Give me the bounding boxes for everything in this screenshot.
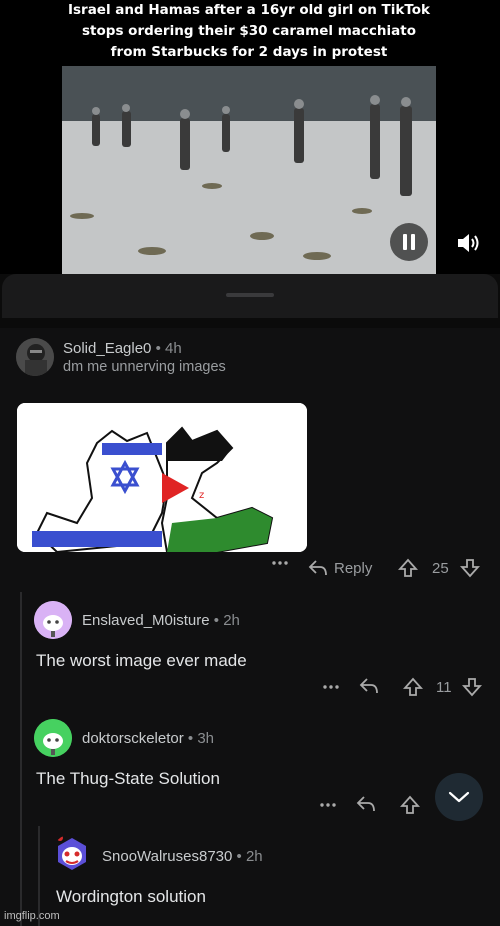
downvote-button[interactable] bbox=[460, 558, 480, 578]
avatar[interactable] bbox=[52, 834, 92, 874]
pause-icon bbox=[403, 234, 415, 250]
upvote-button[interactable] bbox=[398, 558, 418, 578]
video-player[interactable]: Israel and Hamas after a 16yr old girl o… bbox=[0, 0, 500, 275]
comment-header: SnooWalruses8730 • 2h bbox=[102, 848, 263, 865]
flag-characters-image: z bbox=[17, 403, 307, 552]
video-scene bbox=[62, 66, 436, 275]
video-frame[interactable] bbox=[62, 66, 436, 275]
avatar[interactable] bbox=[34, 719, 72, 757]
upvote-button[interactable] bbox=[403, 677, 423, 697]
more-icon bbox=[272, 561, 288, 565]
user-flair: dm me unnerving images bbox=[63, 359, 226, 375]
video-caption: Israel and Hamas after a 16yr old girl o… bbox=[62, 0, 436, 66]
downvote-icon bbox=[460, 559, 480, 578]
snoo-avatar-icon bbox=[34, 719, 72, 757]
pause-button[interactable] bbox=[390, 223, 428, 261]
reply-icon bbox=[356, 796, 375, 812]
upvote-icon bbox=[400, 795, 420, 814]
more-icon bbox=[320, 803, 336, 807]
comment-time: 2h bbox=[223, 612, 240, 629]
downvote-button[interactable] bbox=[462, 677, 482, 697]
username[interactable]: Enslaved_M0isture bbox=[82, 612, 210, 629]
chevron-down-icon bbox=[448, 791, 470, 803]
snoo-custom-avatar-icon bbox=[57, 835, 86, 870]
comment-header: Enslaved_M0isture • 2h bbox=[82, 612, 240, 629]
vote-count: 11 bbox=[436, 679, 452, 696]
more-options-button[interactable] bbox=[322, 684, 340, 690]
upvote-icon bbox=[398, 558, 418, 577]
comment-header: doktorsckeletor • 3h bbox=[82, 730, 214, 747]
vote-count: 25 bbox=[432, 560, 449, 577]
upvote-button[interactable] bbox=[400, 795, 420, 815]
downvote-icon bbox=[462, 678, 482, 697]
snoo-avatar-icon bbox=[34, 601, 72, 639]
more-options-button[interactable] bbox=[319, 802, 337, 808]
separator-dot: • bbox=[187, 730, 194, 747]
more-icon bbox=[323, 685, 339, 689]
avatar[interactable] bbox=[16, 338, 54, 376]
separator-dot: • bbox=[213, 612, 220, 629]
comment-image[interactable]: z bbox=[17, 403, 307, 552]
comment-time: 2h bbox=[245, 848, 263, 865]
comment-text: The Thug-State Solution bbox=[36, 769, 220, 788]
separator-dot: • bbox=[155, 340, 161, 357]
reply-icon bbox=[359, 678, 378, 694]
username[interactable]: doktorsckeletor bbox=[82, 730, 184, 747]
thread-line[interactable] bbox=[20, 592, 22, 926]
more-options-button[interactable] bbox=[271, 560, 289, 566]
comment-text: The worst image ever made bbox=[36, 651, 247, 670]
volume-icon bbox=[458, 234, 479, 252]
reply-button[interactable] bbox=[356, 795, 376, 813]
volume-button[interactable] bbox=[455, 230, 483, 256]
reply-button[interactable]: Reply bbox=[308, 559, 372, 577]
username[interactable]: SnooWalruses8730 bbox=[102, 848, 232, 865]
watermark: imgflip.com bbox=[4, 910, 60, 922]
upvote-icon bbox=[403, 677, 423, 696]
comment-text: Wordington solution bbox=[56, 887, 206, 906]
reply-icon bbox=[308, 560, 327, 576]
comment-header: Solid_Eagle0 • 4h bbox=[63, 340, 182, 357]
reply-label: Reply bbox=[334, 559, 373, 577]
avatar[interactable] bbox=[34, 601, 72, 639]
separator-dot: • bbox=[236, 848, 242, 865]
reply-button[interactable] bbox=[359, 677, 379, 695]
user-avatar-image bbox=[16, 338, 54, 376]
comment-time: 3h bbox=[197, 730, 215, 747]
svg-text:z: z bbox=[199, 490, 204, 501]
scroll-down-button[interactable] bbox=[435, 773, 483, 821]
comment-time: 4h bbox=[165, 340, 182, 357]
drag-handle[interactable] bbox=[226, 293, 274, 297]
username[interactable]: Solid_Eagle0 bbox=[63, 340, 151, 357]
